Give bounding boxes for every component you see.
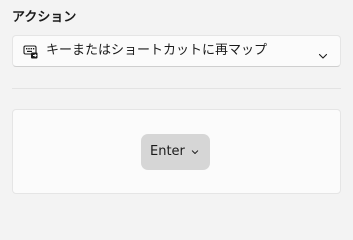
action-label: アクション (12, 10, 77, 25)
key-card: Enter (12, 109, 341, 194)
chevron-down-icon (191, 148, 199, 156)
key-select-label: Enter (150, 144, 185, 159)
keyboard-remap-icon (23, 44, 38, 59)
divider (12, 88, 341, 89)
action-dropdown[interactable]: キーまたはショートカットに再マップ (12, 35, 341, 67)
action-dropdown-value: キーまたはショートカットに再マップ (46, 43, 268, 58)
key-select-button[interactable]: Enter (141, 134, 210, 170)
chevron-down-icon (318, 46, 328, 59)
